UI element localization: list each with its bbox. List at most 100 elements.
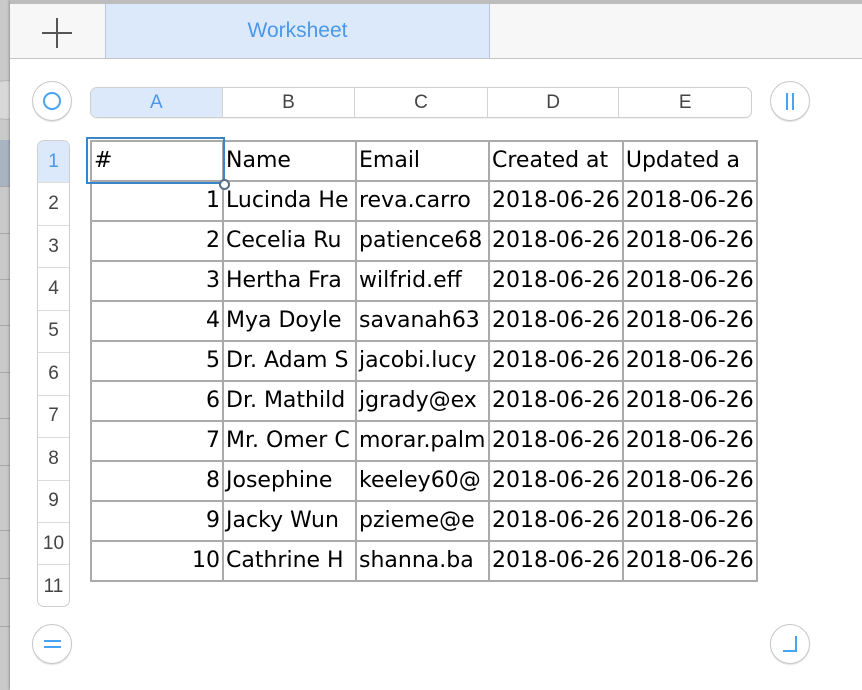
table-cell[interactable]: 3: [90, 260, 224, 302]
column-header-b[interactable]: B: [223, 88, 356, 117]
table-header-row: # Name Email Created at Updated a: [90, 140, 758, 182]
table-cell[interactable]: savanah63: [355, 300, 490, 342]
background-gridline: [0, 325, 10, 326]
row-header-9[interactable]: 9: [38, 481, 69, 523]
table-cell[interactable]: Josephine: [222, 460, 357, 502]
table-cell[interactable]: keeley60@: [355, 460, 490, 502]
row-header-1[interactable]: 1: [38, 141, 69, 184]
table-cell[interactable]: morar.palm: [355, 420, 490, 462]
table-cell[interactable]: Cathrine H: [222, 540, 357, 582]
table-cell[interactable]: 2018-06-26: [621, 260, 758, 302]
table-cell[interactable]: 1: [90, 180, 224, 222]
add-row-button[interactable]: [32, 624, 72, 664]
table-cell[interactable]: 2018-06-26: [621, 540, 758, 582]
column-header-bar: ABCDE: [90, 87, 752, 118]
table-cell[interactable]: 4: [90, 300, 224, 342]
add-column-button[interactable]: [770, 81, 810, 121]
row-header-8[interactable]: 8: [38, 438, 69, 481]
table-cell[interactable]: Dr. Mathild: [222, 380, 357, 422]
add-sheet-button[interactable]: [10, 4, 104, 58]
table-cell[interactable]: 2018-06-26: [488, 300, 624, 342]
column-header-c[interactable]: C: [355, 88, 488, 117]
table-cell[interactable]: 2018-06-26: [621, 220, 758, 262]
background-gridline: [0, 578, 10, 579]
header-cell[interactable]: Created at: [488, 140, 624, 182]
row-header-7[interactable]: 7: [38, 396, 69, 439]
table-cell[interactable]: 2018-06-26: [488, 380, 624, 422]
background-gridline: [0, 186, 10, 187]
table-cell[interactable]: shanna.ba: [355, 540, 490, 582]
table-cell[interactable]: 2018-06-26: [488, 340, 624, 382]
table-cell[interactable]: pzieme@e: [355, 500, 490, 542]
row-header-5[interactable]: 5: [38, 311, 69, 354]
column-header-a[interactable]: A: [91, 88, 223, 117]
table-cell[interactable]: Jacky Wun: [222, 500, 357, 542]
row-header-11[interactable]: 11: [38, 565, 69, 606]
table-cell[interactable]: 2018-06-26: [488, 460, 624, 502]
header-cell[interactable]: Updated a: [621, 140, 758, 182]
background-gridline: [0, 530, 10, 531]
select-table-button[interactable]: [32, 81, 72, 121]
tab-label: Worksheet: [247, 19, 348, 42]
table-cell[interactable]: Dr. Adam S: [222, 340, 357, 382]
table-cell[interactable]: jacobi.lucy: [355, 340, 490, 382]
row-header-2[interactable]: 2: [38, 183, 69, 226]
table-row: 4 Mya Doyle savanah63 2018-06-26 2018-06-26: [90, 300, 758, 342]
table-cell[interactable]: jgrady@ex: [355, 380, 490, 422]
table-cell[interactable]: 2018-06-26: [488, 540, 624, 582]
table-cell[interactable]: 6: [90, 380, 224, 422]
background-gridline: [0, 279, 10, 280]
table-cell[interactable]: Lucinda He: [222, 180, 357, 222]
table-cell[interactable]: 2018-06-26: [488, 420, 624, 462]
table-row: 3 Hertha Fra wilfrid.eff 2018-06-26 2018-06-…: [90, 260, 758, 302]
table-cell[interactable]: patience68: [355, 220, 490, 262]
table-cell[interactable]: 2018-06-26: [621, 500, 758, 542]
background-gridline: [0, 372, 10, 373]
header-cell[interactable]: Name: [222, 140, 357, 182]
table-cell[interactable]: Mya Doyle: [222, 300, 357, 342]
row-header-bar: 1 2 3 4 5 6 7 8 9 10 11: [37, 140, 70, 607]
table-row: 1 Lucinda He reva.carro 2018-06-26 2018-06-2…: [90, 180, 758, 222]
tab-worksheet[interactable]: Worksheet: [105, 4, 490, 58]
background-gridline: [0, 418, 10, 419]
column-header-d[interactable]: D: [488, 88, 620, 117]
spreadsheet-panel: Worksheet ABCDE 1 2 3 4 5 6 7 8 9 10 11 # Name Email…: [10, 0, 862, 690]
header-cell[interactable]: #: [90, 140, 224, 182]
table-cell[interactable]: 9: [90, 500, 224, 542]
resize-table-button[interactable]: [770, 624, 810, 664]
table-cell[interactable]: 2018-06-26: [488, 500, 624, 542]
table-row: 5 Dr. Adam Sjacobi.lucy 2018-06-26 2018-06-…: [90, 340, 758, 382]
table-cell[interactable]: 2018-06-26: [488, 260, 624, 302]
table-cell[interactable]: Hertha Fra: [222, 260, 357, 302]
table-cell[interactable]: 2018-06-26: [621, 340, 758, 382]
table-cell[interactable]: 2018-06-26: [621, 180, 758, 222]
table-cell[interactable]: 2018-06-26: [621, 420, 758, 462]
table-row: 10 Cathrine Hshanna.ba 2018-06-26 2018-06-2…: [90, 540, 758, 582]
table-row: 9 Jacky Wun pzieme@e 2018-06-26 2018-06-26: [90, 500, 758, 542]
table-cell[interactable]: 8: [90, 460, 224, 502]
row-header-10[interactable]: 10: [38, 523, 69, 566]
table-cell[interactable]: 7: [90, 420, 224, 462]
column-header-e[interactable]: E: [619, 88, 751, 117]
table-cell[interactable]: 2: [90, 220, 224, 262]
table-cell[interactable]: reva.carro: [355, 180, 490, 222]
background-row-highlight: [0, 140, 10, 186]
row-header-3[interactable]: 3: [38, 226, 69, 269]
selection-drag-handle[interactable]: [219, 179, 230, 190]
row-header-4[interactable]: 4: [38, 268, 69, 311]
header-cell[interactable]: Email: [355, 140, 490, 182]
table-cell[interactable]: 2018-06-26: [621, 460, 758, 502]
table-cell[interactable]: 2018-06-26: [488, 220, 624, 262]
table-cell[interactable]: wilfrid.eff: [355, 260, 490, 302]
circle-select-all-icon: [43, 92, 61, 110]
data-table: # Name Email Created at Updated a 1 Lucinda He…: [90, 140, 758, 582]
table-cell[interactable]: Mr. Omer C: [222, 420, 357, 462]
table-cell[interactable]: 2018-06-26: [621, 380, 758, 422]
row-header-6[interactable]: 6: [38, 353, 69, 396]
table-cell[interactable]: 5: [90, 340, 224, 382]
table-cell[interactable]: 2018-06-26: [488, 180, 624, 222]
table-cell[interactable]: 2018-06-26: [621, 300, 758, 342]
background-gridline: [0, 465, 10, 466]
table-cell[interactable]: Cecelia Ru: [222, 220, 357, 262]
table-cell[interactable]: 10: [90, 540, 224, 582]
